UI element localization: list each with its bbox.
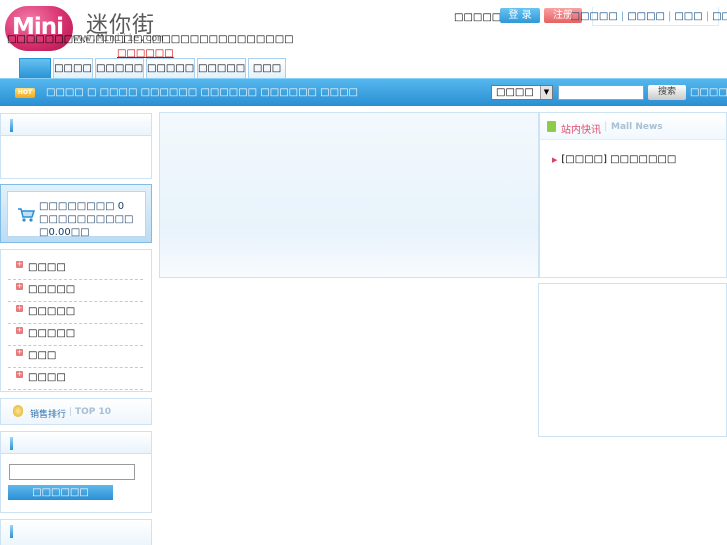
login-input[interactable] — [9, 464, 135, 480]
rank-title: 销售排行 — [30, 410, 67, 420]
category-item[interactable]: + □□□ — [8, 346, 143, 368]
login-header — [1, 432, 151, 454]
tab-1[interactable]: □□□□ — [53, 58, 93, 78]
notice-box — [0, 113, 152, 179]
tab-5[interactable]: □□□ — [248, 58, 286, 78]
plus-icon: + — [16, 260, 23, 268]
member-login-box: □□□□□□ — [0, 431, 152, 513]
cart-text: □□□□□□□□ 0 □□□□□□□□□□ □0.00□□ — [39, 201, 134, 238]
advanced-search-link[interactable]: □□□□ — [690, 87, 727, 98]
separator: | — [620, 10, 625, 22]
news-title: 站内快讯 — [561, 125, 601, 136]
main-nav-tabs: □□□□ □□□□□ □□□□□ □□□□□ □□□ — [19, 58, 286, 78]
news-item[interactable]: ▶ [□□□□] □□□□□□□ — [552, 154, 676, 165]
category-label: □□□ — [28, 350, 57, 361]
category-list: + □□□□ + □□□□□ + □□□□□ + □□□□□ + □□□ + □… — [8, 258, 143, 390]
category-label: □□□□□ — [28, 328, 76, 339]
top-links: □□□□□ | □□□□ | □□□ | □□□ — [571, 7, 727, 26]
category-item[interactable]: + □□□□□ — [8, 324, 143, 346]
plus-icon: + — [16, 282, 23, 290]
shopping-cart-icon — [18, 208, 35, 222]
login-button[interactable]: 登 录 — [500, 8, 540, 23]
category-label: □□□□ — [28, 262, 66, 273]
cart-summary[interactable]: □□□□□□□□ 0 □□□□□□□□□□ □0.00□□ — [7, 191, 146, 238]
category-label: □□□□□ — [28, 284, 76, 295]
rank-top-label: TOP 10 — [75, 407, 112, 417]
category-label: □□□□□ — [28, 306, 76, 317]
search-select-value: □□□□ — [496, 87, 534, 98]
header-bar-icon — [10, 119, 13, 132]
search-button[interactable]: 搜索 — [648, 85, 686, 100]
search-bar: HOT □□□□ □ □□□□ □□□□□□ □□□□□□ □□□□□□ □□□… — [0, 78, 727, 106]
search-input[interactable] — [558, 85, 644, 100]
triangle-bullet-icon: ▶ — [552, 156, 558, 164]
tab-4[interactable]: □□□□□ — [197, 58, 246, 78]
cart-box: □□□□□□□□ 0 □□□□□□□□□□ □0.00□□ — [0, 184, 152, 243]
notice-more-link[interactable]: □□□□□□ — [117, 48, 174, 59]
top-link-4[interactable]: □□□ — [712, 11, 727, 22]
category-item[interactable]: + □□□□ — [8, 258, 143, 280]
login-submit-button[interactable]: □□□□□□ — [8, 485, 113, 500]
news-subtitle: Mall News — [611, 122, 663, 132]
notice-header — [1, 114, 151, 136]
chevron-down-icon: ▼ — [540, 86, 552, 99]
header-bar-icon — [10, 437, 13, 450]
category-label: □□□□ — [28, 372, 66, 383]
plus-icon: + — [16, 370, 23, 378]
right-content-box — [538, 283, 727, 437]
plus-icon: + — [16, 304, 23, 312]
category-item[interactable]: + □□□□□ — [8, 280, 143, 302]
plus-icon: + — [16, 326, 23, 334]
news-box: 站内快讯 | Mall News ▶ [□□□□] □□□□□□□ — [539, 112, 727, 278]
tab-3[interactable]: □□□□□ — [146, 58, 195, 78]
search-category-select[interactable]: □□□□ ▼ — [491, 85, 553, 100]
separator: | — [604, 121, 608, 132]
hot-icon: HOT — [15, 88, 35, 98]
bottom-box — [0, 519, 152, 545]
plus-icon: + — [16, 348, 23, 356]
separator: | — [705, 10, 710, 22]
tab-2[interactable]: □□□□□ — [95, 58, 144, 78]
news-header: 站内快讯 | Mall News — [540, 113, 726, 140]
separator: | — [667, 10, 672, 22]
top-link-2[interactable]: □□□□ — [627, 11, 665, 22]
top-link-1[interactable]: □□□□□ — [571, 11, 618, 22]
medal-icon — [13, 405, 23, 417]
separator: | — [69, 407, 73, 417]
notice-text: □□□□□□□□,□□□□□□□□□□□□□□□□□□□□□□ — [7, 34, 294, 45]
tab-home[interactable] — [19, 58, 51, 78]
hot-keywords[interactable]: □□□□ □ □□□□ □□□□□□ □□□□□□ □□□□□□ □□□□ — [46, 87, 358, 98]
category-item[interactable]: + □□□□□ — [8, 302, 143, 324]
top-link-3[interactable]: □□□ — [674, 11, 702, 22]
category-item[interactable]: + □□□□ — [8, 368, 143, 390]
header-bar-icon — [10, 525, 13, 538]
sales-rank-header: 销售排行 | TOP 10 — [0, 398, 152, 425]
document-icon — [547, 121, 556, 132]
news-item-text: [□□□□] □□□□□□□ — [561, 154, 677, 165]
main-banner[interactable] — [159, 112, 539, 278]
